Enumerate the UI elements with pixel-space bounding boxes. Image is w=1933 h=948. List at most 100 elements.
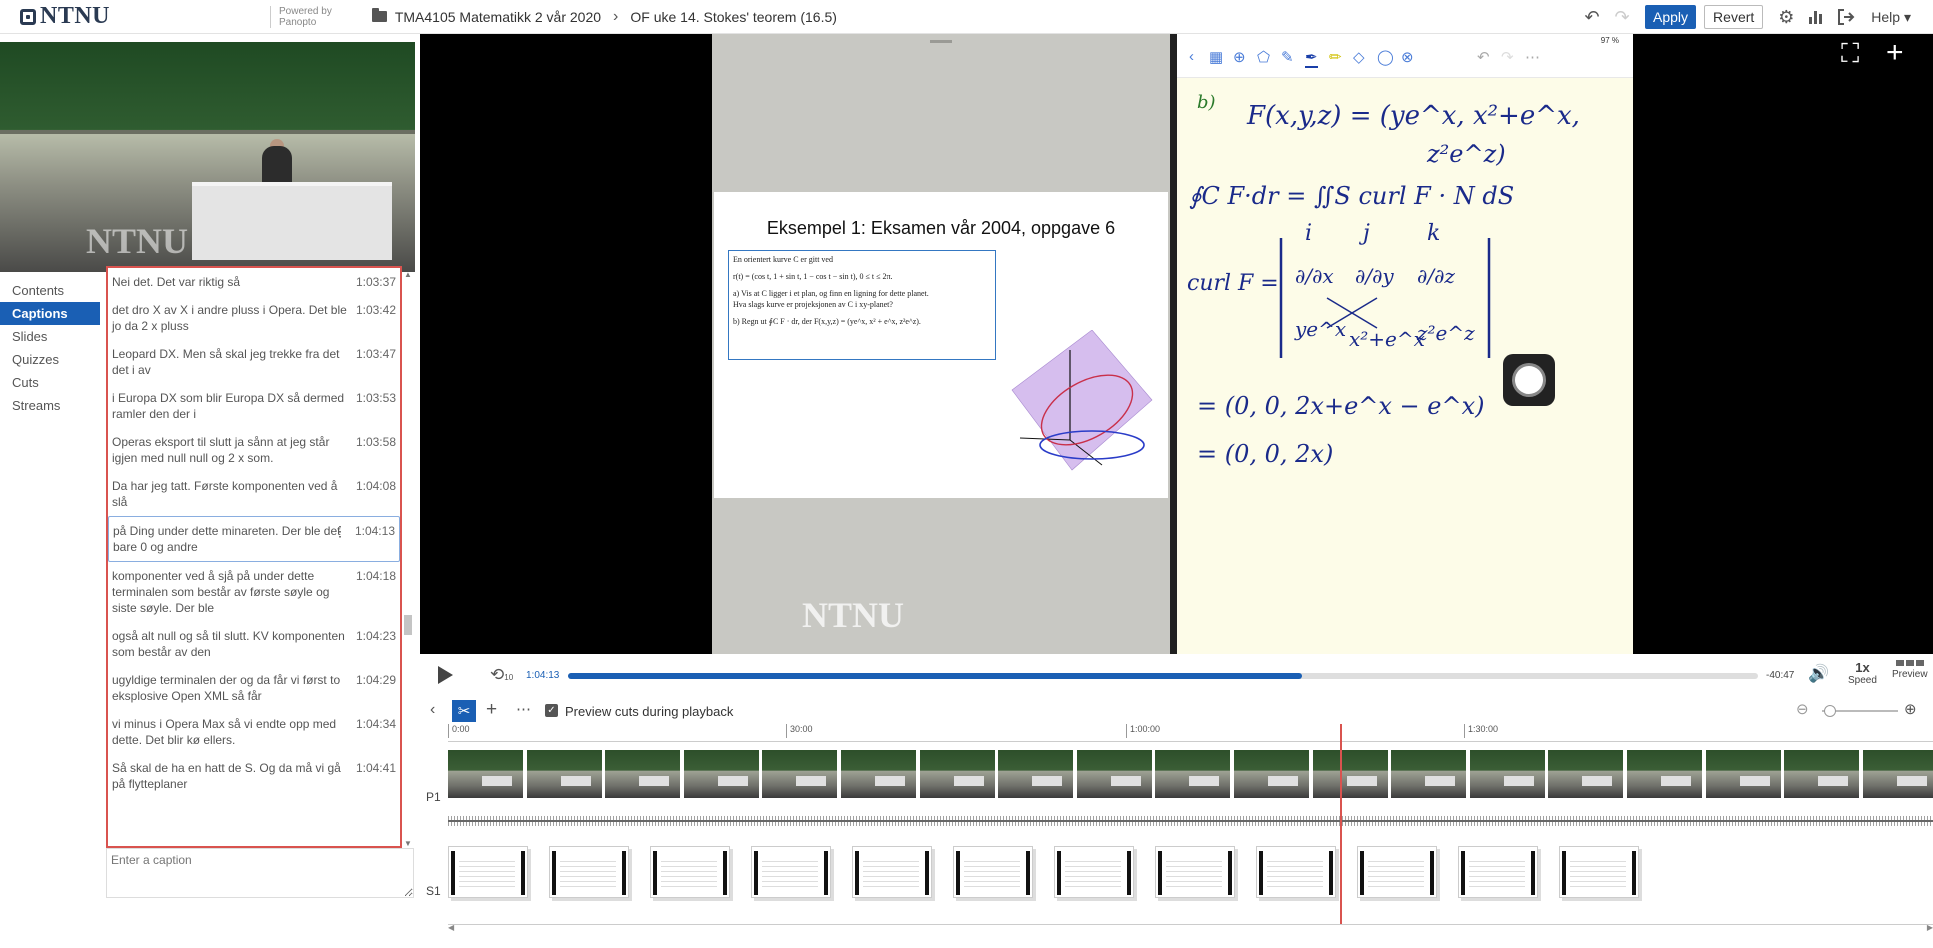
scroll-left-icon[interactable]: ◀ bbox=[448, 923, 454, 932]
caption-text[interactable]: også alt null og så til slutt. KV kompon… bbox=[112, 628, 356, 660]
sidenav-item-cuts[interactable]: Cuts bbox=[0, 371, 100, 394]
caption-text[interactable]: Nei det. Det var riktig så bbox=[112, 274, 356, 290]
caption-text[interactable]: komponenter ved å sjå på under dette ter… bbox=[112, 568, 356, 616]
cut-scissors-icon[interactable]: ✂ bbox=[452, 700, 476, 722]
collapse-chevron-icon[interactable]: ‹ bbox=[430, 701, 435, 719]
caption-time[interactable]: 1:03:37 bbox=[356, 274, 396, 290]
zoom-out-icon[interactable]: ⊖ bbox=[1796, 700, 1809, 718]
timeline[interactable]: 0:00 30:00 1:00:00 1:30:00 P1 S1 ◀ ▶ bbox=[420, 722, 1933, 936]
sidenav-item-streams[interactable]: Streams bbox=[0, 394, 100, 417]
sidenav-item-contents[interactable]: Contents bbox=[0, 279, 100, 302]
redo-icon[interactable]: ↷ bbox=[1607, 0, 1637, 34]
caption-time[interactable]: 1:04:34 bbox=[356, 716, 396, 732]
video-player[interactable]: Eksempel 1: Eksamen vår 2004, oppgave 6 … bbox=[420, 34, 1933, 654]
stream-divider[interactable] bbox=[1170, 34, 1177, 654]
caption-row[interactable]: på Ding under dette minareten. Der ble d… bbox=[108, 516, 400, 562]
rewind-10-icon[interactable]: ⟲10 bbox=[490, 665, 513, 685]
exit-icon[interactable] bbox=[1831, 0, 1861, 34]
video-lane[interactable] bbox=[448, 750, 1933, 800]
preview-button[interactable]: Preview bbox=[1892, 660, 1928, 680]
play-icon[interactable] bbox=[438, 666, 453, 684]
caption-time[interactable]: 1:04:13 bbox=[355, 523, 395, 539]
caption-row[interactable]: Nei det. Det var riktig så 1:03:37 bbox=[108, 268, 400, 296]
caption-text[interactable]: det dro X av X i andre pluss i Opera. De… bbox=[112, 302, 356, 334]
caption-row[interactable]: det dro X av X i andre pluss i Opera. De… bbox=[108, 296, 400, 340]
apply-button[interactable]: Apply bbox=[1645, 5, 1697, 29]
slide-thumbnail[interactable] bbox=[1054, 846, 1134, 898]
slide-thumbnail[interactable] bbox=[852, 846, 932, 898]
more-options-icon[interactable]: ⋯ bbox=[516, 700, 531, 718]
presenter-video[interactable]: NTNU bbox=[0, 42, 415, 272]
sidenav-item-slides[interactable]: Slides bbox=[0, 325, 100, 348]
caption-text[interactable]: på Ding under dette minareten. Der ble d… bbox=[113, 523, 355, 555]
preview-cuts-checkbox[interactable]: ✓ bbox=[545, 704, 558, 717]
caption-time[interactable]: 1:03:53 bbox=[356, 390, 396, 406]
undo-icon[interactable]: ↶ bbox=[1577, 0, 1607, 34]
fullscreen-icon[interactable]: ⛶ bbox=[1841, 38, 1859, 70]
captions-scrollbar[interactable]: ▲ ▼ bbox=[402, 270, 414, 848]
caption-text[interactable]: vi minus i Opera Max så vi endte opp med… bbox=[112, 716, 356, 748]
playhead[interactable] bbox=[1340, 724, 1342, 924]
zoom-slider-knob[interactable] bbox=[1824, 705, 1836, 717]
volume-icon[interactable]: 🔊 bbox=[1808, 664, 1829, 684]
slide-thumbnail[interactable] bbox=[1256, 846, 1336, 898]
speed-button[interactable]: 1x Speed bbox=[1848, 660, 1877, 686]
caption-time[interactable]: 1:04:23 bbox=[356, 628, 396, 644]
caption-time[interactable]: 1:03:42 bbox=[356, 302, 396, 318]
caption-text[interactable]: Leopard DX. Men så skal jeg trekke fra d… bbox=[112, 346, 356, 378]
scroll-down-icon[interactable]: ▼ bbox=[402, 839, 414, 848]
caption-time[interactable]: 1:03:58 bbox=[356, 434, 396, 450]
slides-lane[interactable] bbox=[448, 846, 1933, 904]
revert-button[interactable]: Revert bbox=[1704, 5, 1764, 29]
slide-thumbnail[interactable] bbox=[1357, 846, 1437, 898]
caption-row[interactable]: ugyldige terminalen der og da får vi før… bbox=[108, 666, 400, 710]
caption-row[interactable]: Leopard DX. Men så skal jeg trekke fra d… bbox=[108, 340, 400, 384]
slide-thumbnail[interactable] bbox=[1155, 846, 1235, 898]
caption-text[interactable]: i Europa DX som blir Europa DX så dermed… bbox=[112, 390, 356, 422]
caption-row[interactable]: Så skal de ha en hatt de S. Og da må vi … bbox=[108, 754, 400, 798]
caption-time[interactable]: 1:04:08 bbox=[356, 478, 396, 494]
caption-row[interactable]: Da har jeg tatt. Første komponenten ved … bbox=[108, 472, 400, 516]
ntnu-logo[interactable]: NTNU bbox=[20, 3, 110, 30]
caption-input[interactable] bbox=[106, 848, 414, 898]
help-menu[interactable]: Help ▾ bbox=[1871, 9, 1911, 26]
record-indicator[interactable] bbox=[1503, 354, 1555, 406]
slide-thumbnail[interactable] bbox=[1559, 846, 1639, 898]
add-stream-icon[interactable]: + bbox=[1886, 36, 1904, 70]
progress-bar[interactable] bbox=[568, 673, 1758, 679]
breadcrumb-folder[interactable]: TMA4105 Matematikk 2 vår 2020 bbox=[395, 9, 601, 25]
slide-thumbnail[interactable] bbox=[953, 846, 1033, 898]
time-ruler[interactable]: 0:00 30:00 1:00:00 1:30:00 bbox=[448, 724, 1933, 742]
caption-time[interactable]: 1:04:29 bbox=[356, 672, 396, 688]
slide-thumbnail[interactable] bbox=[1458, 846, 1538, 898]
slide-thumbnail[interactable] bbox=[448, 846, 528, 898]
caption-row[interactable]: vi minus i Opera Max så vi endte opp med… bbox=[108, 710, 400, 754]
scroll-thumb[interactable] bbox=[404, 615, 412, 635]
settings-gear-icon[interactable]: ⚙ bbox=[1771, 0, 1801, 34]
caption-time[interactable]: 1:03:47 bbox=[356, 346, 396, 362]
drag-handle[interactable] bbox=[930, 40, 952, 43]
sidenav-item-captions[interactable]: Captions bbox=[0, 302, 100, 325]
scroll-right-icon[interactable]: ▶ bbox=[1927, 923, 1933, 932]
stats-chart-icon[interactable] bbox=[1801, 0, 1831, 34]
caption-row[interactable]: i Europa DX som blir Europa DX så dermed… bbox=[108, 384, 400, 428]
slide-thumbnail[interactable] bbox=[650, 846, 730, 898]
slide-thumbnail[interactable] bbox=[549, 846, 629, 898]
zoom-in-icon[interactable]: ⊕ bbox=[1904, 700, 1917, 718]
caption-text[interactable]: Da har jeg tatt. Første komponenten ved … bbox=[112, 478, 356, 510]
caption-row[interactable]: komponenter ved å sjå på under dette ter… bbox=[108, 562, 400, 622]
caption-text[interactable]: ugyldige terminalen der og da får vi før… bbox=[112, 672, 356, 704]
add-icon[interactable]: + bbox=[486, 699, 497, 721]
caption-text[interactable]: Operas eksport til slutt ja sånn at jeg … bbox=[112, 434, 356, 466]
caption-time[interactable]: 1:04:18 bbox=[356, 568, 396, 584]
slide-thumbnail[interactable] bbox=[751, 846, 831, 898]
caption-row[interactable]: også alt null og så til slutt. KV kompon… bbox=[108, 622, 400, 666]
edit-icon: ✎ bbox=[1281, 49, 1294, 66]
sidenav-item-quizzes[interactable]: Quizzes bbox=[0, 348, 100, 371]
timeline-scrollbar[interactable]: ◀ ▶ bbox=[448, 923, 1933, 934]
caption-time[interactable]: 1:04:41 bbox=[356, 760, 396, 776]
scroll-up-icon[interactable]: ▲ bbox=[402, 270, 414, 279]
caption-text[interactable]: Så skal de ha en hatt de S. Og da må vi … bbox=[112, 760, 356, 792]
caption-menu-icon[interactable]: ⋮ bbox=[333, 523, 347, 539]
caption-row[interactable]: Operas eksport til slutt ja sånn at jeg … bbox=[108, 428, 400, 472]
